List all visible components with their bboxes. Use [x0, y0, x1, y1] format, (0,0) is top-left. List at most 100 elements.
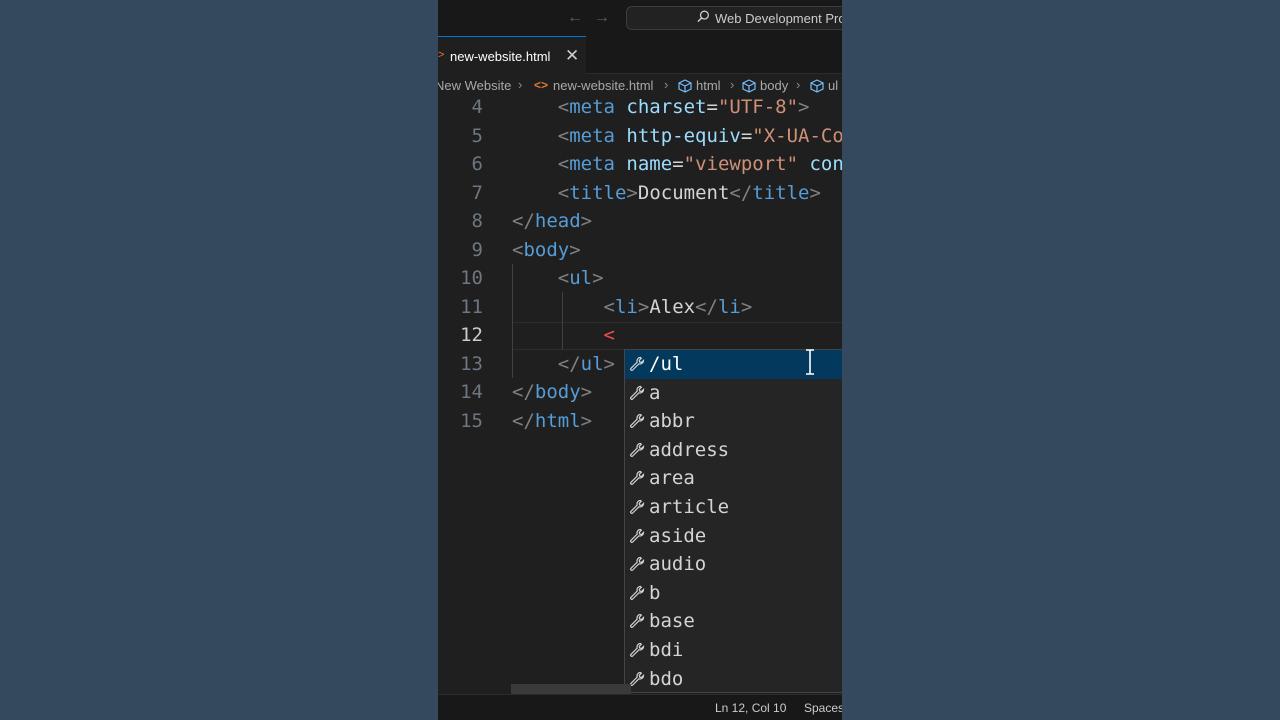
suggestion-item[interactable]: article [625, 493, 842, 522]
wrench-icon [629, 642, 645, 658]
code-token: Alex [649, 295, 696, 318]
title-bar: ← → Web Development Pro [438, 0, 842, 36]
code-token: < [557, 153, 570, 175]
forward-arrow-icon[interactable]: → [594, 8, 610, 28]
breadcrumb-item-body[interactable]: body [760, 78, 788, 93]
code-text[interactable]: <li>Alex</li> [512, 293, 753, 322]
suggestion-item[interactable]: base [625, 607, 842, 636]
code-text[interactable]: </ul> [512, 350, 615, 379]
code-text[interactable]: <title>Document</title> [512, 179, 821, 208]
code-line[interactable]: 9 <body> [438, 236, 842, 265]
suggestion-label: base [649, 610, 695, 633]
code-token: > [580, 381, 593, 403]
suggestion-label: abbr [649, 410, 695, 433]
suggestion-item[interactable]: audio [625, 550, 842, 579]
code-line[interactable]: 7 <title>Document</title> [438, 179, 842, 208]
line-number: 14 [460, 381, 483, 403]
code-line[interactable]: 12 < [438, 321, 842, 350]
code-token: body [534, 381, 581, 403]
breadcrumb-item-folder[interactable]: New Website [438, 78, 511, 93]
code-text[interactable]: <meta charset="UTF-8"> [512, 93, 810, 122]
suggestion-label: audio [649, 553, 707, 576]
line-number: 13 [460, 352, 483, 375]
code-token: meta [569, 153, 615, 175]
code-line[interactable]: 11 <li>Alex</li> [438, 293, 842, 322]
code-line[interactable]: 6 <meta name="viewport" content [438, 150, 842, 179]
code-text[interactable]: </head> [512, 207, 592, 236]
backdrop-left [0, 0, 438, 720]
chevron-right-icon: › [518, 77, 523, 92]
code-token: < [557, 267, 570, 289]
text-cursor-icon [806, 349, 814, 375]
code-line[interactable]: 5 <meta http-equiv="X-UA-Compatible" [438, 122, 842, 151]
code-token: = [672, 153, 684, 175]
line-number: 12 [460, 324, 483, 346]
suggestion-widget: /ul a abbr address area article aside audio b bas… [624, 349, 842, 693]
tab-label: new-website.html [450, 49, 551, 64]
code-token: "viewport" [683, 153, 799, 175]
code-line[interactable]: 10 <ul> [438, 264, 842, 293]
code-token: name [614, 153, 673, 175]
breadcrumb-item-file[interactable]: new-website.html [553, 78, 653, 93]
horizontal-scrollbar[interactable] [511, 684, 631, 694]
wrench-icon [629, 556, 645, 572]
code-token: Document [637, 181, 730, 204]
code-token: < [557, 181, 570, 204]
suggestion-item[interactable]: area [625, 464, 842, 493]
code-token: > [580, 210, 593, 232]
code-token: > [809, 181, 821, 204]
code-line[interactable]: 8 </head> [438, 207, 842, 236]
close-icon[interactable]: ✕ [565, 46, 579, 66]
code-token: "X-UA-Compatible" [752, 124, 842, 147]
command-center[interactable]: Web Development Pro [626, 6, 842, 30]
breadcrumb-item-html[interactable]: html [696, 78, 721, 93]
tab-new-website-html[interactable]: > new-website.html ✕ [438, 36, 586, 74]
code-text[interactable]: <body> [512, 236, 581, 265]
breadcrumb-item-ul[interactable]: ul [828, 78, 838, 93]
chevron-right-icon: › [796, 77, 801, 92]
editor-window: ← → Web Development Pro > new-website.ht… [438, 0, 842, 720]
wrench-icon [629, 413, 645, 429]
code-token: http-equiv [614, 124, 741, 147]
suggestion-item[interactable]: abbr [625, 407, 842, 436]
code-text[interactable]: <meta name="viewport" content [512, 150, 842, 179]
cursor-position[interactable]: Ln 12, Col 10 [715, 701, 786, 715]
code-token: </ [557, 352, 581, 375]
code-token: li [717, 295, 741, 318]
line-number: 10 [460, 267, 483, 289]
code-token: > [798, 96, 810, 118]
search-icon [697, 10, 709, 23]
suggestion-label: aside [649, 524, 707, 547]
code-text[interactable]: <ul> [512, 264, 604, 293]
suggestion-item[interactable]: address [625, 436, 842, 465]
line-number: 5 [471, 124, 483, 147]
code-text[interactable]: </body> [512, 378, 592, 407]
suggestion-item[interactable]: bdo [625, 665, 842, 694]
suggestion-item[interactable]: aside [625, 522, 842, 551]
suggestion-item[interactable]: b [625, 579, 842, 608]
code-text[interactable]: < [512, 321, 615, 350]
code-token: ul [569, 267, 593, 289]
code-token: meta [569, 96, 615, 118]
code-token: </ [512, 409, 535, 432]
backdrop-right [842, 0, 1280, 720]
code-line[interactable]: 4 <meta charset="UTF-8"> [438, 93, 842, 122]
wrench-icon [629, 385, 645, 401]
code-text[interactable]: </html> [512, 407, 592, 436]
code-token: body [523, 238, 570, 261]
suggestion-item[interactable]: bdi [625, 636, 842, 665]
back-arrow-icon[interactable]: ← [567, 8, 583, 28]
chevron-right-icon: › [730, 77, 735, 92]
code-text[interactable]: <meta http-equiv="X-UA-Compatible" [512, 122, 842, 151]
indentation-setting[interactable]: Spaces [804, 701, 842, 715]
html-file-icon: <> [534, 78, 549, 92]
suggestion-label: article [649, 496, 730, 518]
line-number: 9 [471, 238, 483, 261]
suggestion-item[interactable]: a [625, 379, 842, 408]
code-token: ul [580, 352, 604, 375]
